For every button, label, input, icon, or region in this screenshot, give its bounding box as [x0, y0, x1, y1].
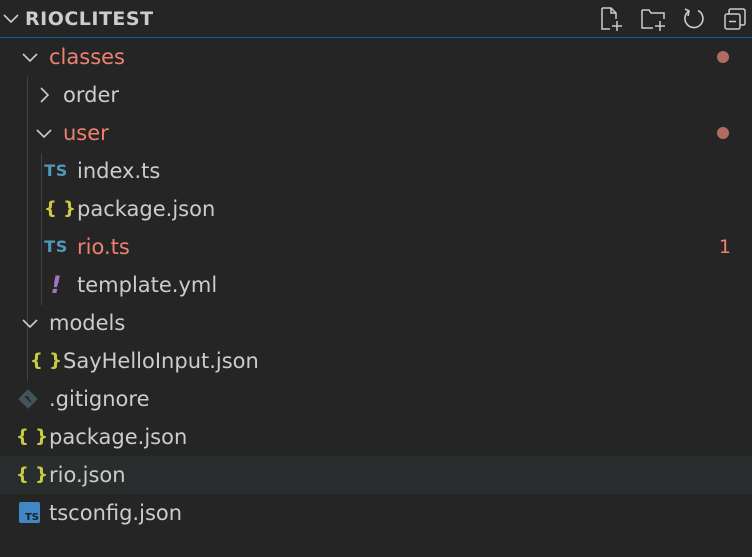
file-label: .gitignore	[49, 387, 150, 411]
tree-folder-user[interactable]: user	[0, 114, 752, 152]
refresh-icon[interactable]	[681, 6, 707, 32]
tree-file-tsconfig-json[interactable]: TS tsconfig.json	[0, 494, 752, 532]
folder-label: classes	[49, 45, 125, 69]
chevron-down-icon	[21, 48, 39, 66]
json-file-icon: { }	[44, 198, 76, 219]
tree-folder-models[interactable]: models	[0, 304, 752, 342]
tree-file-rio-json[interactable]: { } rio.json	[0, 456, 752, 494]
file-label: rio.ts	[77, 235, 130, 259]
file-label: rio.json	[49, 463, 126, 487]
file-label: package.json	[77, 197, 216, 221]
chevron-down-icon	[35, 124, 53, 142]
tree-file-user-package-json[interactable]: { } package.json	[0, 190, 752, 228]
new-folder-icon[interactable]	[640, 6, 666, 32]
problem-count-badge: 1	[718, 236, 731, 258]
workspace-title: RIOCLITEST	[25, 8, 154, 30]
file-label: package.json	[49, 425, 188, 449]
file-label: template.yml	[77, 273, 218, 297]
tree-file-say-hello-input-json[interactable]: { } SayHelloInput.json	[0, 342, 752, 380]
modified-dot	[717, 51, 729, 63]
json-file-icon: { }	[16, 426, 48, 447]
collapse-all-icon[interactable]	[722, 6, 748, 32]
file-label: SayHelloInput.json	[63, 349, 259, 373]
file-label: tsconfig.json	[49, 501, 183, 525]
yaml-file-icon: !	[50, 271, 62, 299]
file-label: index.ts	[77, 159, 161, 183]
folder-label: order	[63, 83, 119, 107]
json-file-icon: { }	[30, 350, 62, 371]
json-file-icon: { }	[16, 464, 48, 485]
tree-folder-classes[interactable]: classes	[0, 38, 752, 76]
typescript-file-icon: TS	[44, 237, 68, 256]
typescript-file-icon: TS	[44, 161, 68, 180]
modified-dot	[717, 127, 729, 139]
tree-file-gitignore[interactable]: .gitignore	[0, 380, 752, 418]
chevron-right-icon	[35, 86, 53, 104]
tree-folder-order[interactable]: order	[0, 76, 752, 114]
tree-file-package-json[interactable]: { } package.json	[0, 418, 752, 456]
tree-file-rio-ts[interactable]: TS rio.ts 1	[0, 228, 752, 266]
tree-file-index-ts[interactable]: TS index.ts	[0, 152, 752, 190]
tree-file-template-yml[interactable]: ! template.yml	[0, 266, 752, 304]
chevron-down-icon	[21, 314, 39, 332]
explorer-panel: RIOCLITEST classes order user TS index.t…	[0, 0, 752, 557]
folder-label: user	[63, 121, 109, 145]
git-icon	[17, 380, 39, 418]
explorer-header[interactable]: RIOCLITEST	[0, 0, 752, 38]
chevron-down-icon[interactable]	[2, 9, 20, 27]
tsconfig-file-icon: TS	[19, 502, 40, 523]
folder-label: models	[49, 311, 126, 335]
new-file-icon[interactable]	[598, 6, 624, 32]
